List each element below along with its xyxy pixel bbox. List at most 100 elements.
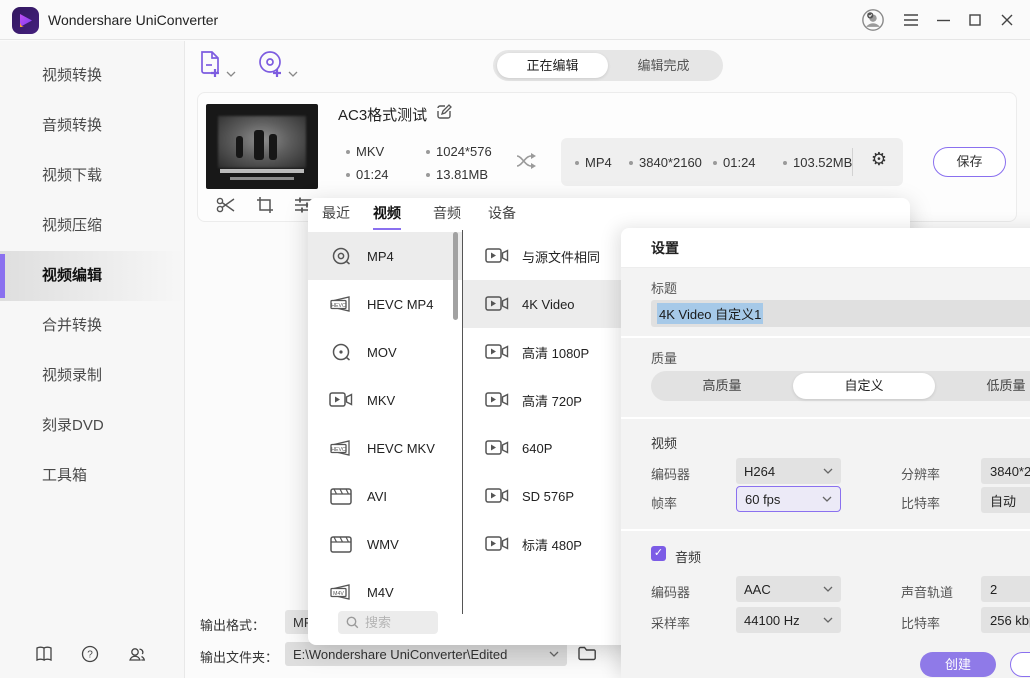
video-camera-icon	[485, 487, 509, 505]
close-button[interactable]	[995, 8, 1019, 32]
source-size: 13.81MB	[426, 167, 488, 182]
quality-high[interactable]: 高质量	[651, 371, 793, 401]
video-resolution-field[interactable]: 3840*2160	[981, 458, 1030, 484]
svg-text:HEVC: HEVC	[331, 303, 346, 309]
community-users-icon[interactable]	[126, 644, 146, 664]
trim-scissors-icon[interactable]	[216, 196, 236, 217]
guide-book-icon[interactable]	[34, 644, 54, 664]
video-framerate-dropdown[interactable]: 60 fps	[736, 486, 841, 512]
maximize-button[interactable]	[963, 8, 987, 32]
sidebar-item-toolbox[interactable]: 工具箱	[0, 451, 184, 501]
sidebar-footer: ?	[0, 644, 185, 664]
rename-edit-icon[interactable]	[436, 104, 452, 123]
output-info-pill: MP4 3840*2160 01:24 103.52MB ⚙	[561, 138, 903, 186]
tab-editing[interactable]: 正在编辑	[497, 53, 608, 78]
title-label: 标题	[651, 278, 677, 297]
search-input[interactable]	[365, 615, 425, 630]
format-item-mp4[interactable]: MP4	[308, 232, 462, 280]
settings-panel: 设置 标题 4K Video 自定义1 质量 高质量 自定义 低质量 视频 编码…	[621, 228, 1030, 678]
save-button[interactable]: 保存	[933, 147, 1006, 177]
sidebar-item-video-edit[interactable]: 视频编辑	[0, 251, 184, 301]
audio-samplerate-label: 采样率	[651, 613, 690, 632]
audio-enable-checkbox[interactable]: ✓	[651, 546, 666, 561]
titlebar: Wondershare UniConverter	[0, 0, 1030, 40]
convert-shuffle-icon	[516, 151, 540, 174]
preset-title-input[interactable]: 4K Video 自定义1	[651, 300, 1030, 327]
video-camera-icon	[485, 535, 509, 553]
create-button[interactable]: 创建	[920, 652, 996, 677]
video-section-label: 视频	[651, 433, 677, 452]
format-list-scrollbar[interactable]	[453, 232, 458, 320]
m4v-badge-icon: M4V	[329, 582, 353, 602]
format-item-mkv[interactable]: MKV	[308, 376, 462, 424]
output-settings-gear-icon[interactable]: ⚙	[871, 149, 887, 170]
svg-text:HEVC: HEVC	[331, 447, 346, 453]
tab-audio[interactable]: 音频	[433, 198, 461, 230]
sidebar-item-merge-convert[interactable]: 合并转换	[0, 301, 184, 351]
video-framerate-label: 帧率	[651, 493, 677, 512]
sidebar-item-video-download[interactable]: 视频下载	[0, 151, 184, 201]
audio-samplerate-dropdown[interactable]: 44100 Hz	[736, 607, 841, 633]
video-thumbnail[interactable]	[206, 104, 318, 189]
video-camera-icon	[485, 391, 509, 409]
clapperboard-icon	[329, 487, 353, 506]
sidebar-item-audio-convert[interactable]: 音频转换	[0, 101, 184, 151]
video-camera-icon	[485, 343, 509, 361]
format-item-avi[interactable]: AVI	[308, 472, 462, 520]
sidebar-item-video-compress[interactable]: 视频压缩	[0, 201, 184, 251]
menu-icon[interactable]	[899, 8, 923, 32]
tab-device[interactable]: 设备	[488, 198, 516, 230]
quality-low[interactable]: 低质量	[935, 371, 1030, 401]
chevron-down-icon	[823, 586, 833, 593]
quality-label: 质量	[651, 348, 677, 367]
output-resolution: 3840*2160	[629, 155, 702, 170]
help-icon[interactable]: ?	[80, 644, 100, 664]
open-folder-icon[interactable]	[578, 646, 596, 664]
format-item-wmv[interactable]: WMV	[308, 520, 462, 568]
chevron-down-icon	[549, 651, 559, 658]
source-resolution: 1024*576	[426, 144, 492, 159]
format-item-hevc-mp4[interactable]: HEVC HEVC MP4	[308, 280, 462, 328]
source-duration: 01:24	[346, 167, 389, 182]
video-camera-icon	[485, 439, 509, 457]
add-file-button[interactable]	[198, 50, 236, 78]
search-box[interactable]	[338, 611, 438, 634]
audio-encoder-dropdown[interactable]: AAC	[736, 576, 841, 602]
format-item-mov[interactable]: MOV	[308, 328, 462, 376]
svg-text:M4V: M4V	[333, 591, 344, 597]
sidebar-item-burn-dvd[interactable]: 刻录DVD	[0, 401, 184, 451]
chevron-down-icon	[823, 617, 833, 624]
hevc-badge-icon: HEVC	[329, 438, 353, 458]
quality-custom[interactable]: 自定义	[793, 373, 935, 399]
video-encoder-dropdown[interactable]: H264	[736, 458, 841, 484]
search-icon	[346, 616, 359, 629]
output-folder-field[interactable]: E:\Wondershare UniConverter\Edited	[285, 642, 567, 666]
hevc-badge-icon: HEVC	[329, 294, 353, 314]
app-logo-icon	[12, 7, 39, 34]
secondary-button-partial[interactable]	[1010, 652, 1030, 677]
sidebar-item-screen-record[interactable]: 视频录制	[0, 351, 184, 401]
source-format-duration: MKV	[346, 144, 384, 159]
output-duration: 01:24	[713, 155, 756, 170]
tab-recent[interactable]: 最近	[322, 198, 350, 230]
tab-video[interactable]: 视频	[373, 198, 401, 230]
settings-header: 设置	[621, 228, 1030, 268]
audio-channel-field[interactable]: 2	[981, 576, 1030, 602]
format-item-m4v[interactable]: M4V M4V	[308, 568, 462, 616]
audio-bitrate-label: 比特率	[901, 613, 940, 632]
account-avatar[interactable]	[861, 8, 885, 32]
sidebar-item-video-convert[interactable]: 视频转换	[0, 51, 184, 101]
add-dvd-button[interactable]	[258, 50, 298, 78]
audio-bitrate-field[interactable]: 256 kbps	[981, 607, 1030, 633]
video-encoder-label: 编码器	[651, 464, 690, 483]
tab-edit-done[interactable]: 编辑完成	[608, 50, 719, 81]
format-item-hevc-mkv[interactable]: HEVC HEVC MKV	[308, 424, 462, 472]
chevron-down-icon	[288, 71, 298, 78]
audio-encoder-label: 编码器	[651, 582, 690, 601]
settings-body: 标题 4K Video 自定义1 质量 高质量 自定义 低质量 视频 编码器 H…	[621, 268, 1030, 678]
minimize-button[interactable]	[931, 8, 955, 32]
edit-tools	[216, 196, 314, 217]
crop-icon[interactable]	[256, 196, 274, 217]
video-bitrate-field[interactable]: 自动	[981, 487, 1030, 513]
file-title: AC3格式测试	[338, 104, 427, 125]
